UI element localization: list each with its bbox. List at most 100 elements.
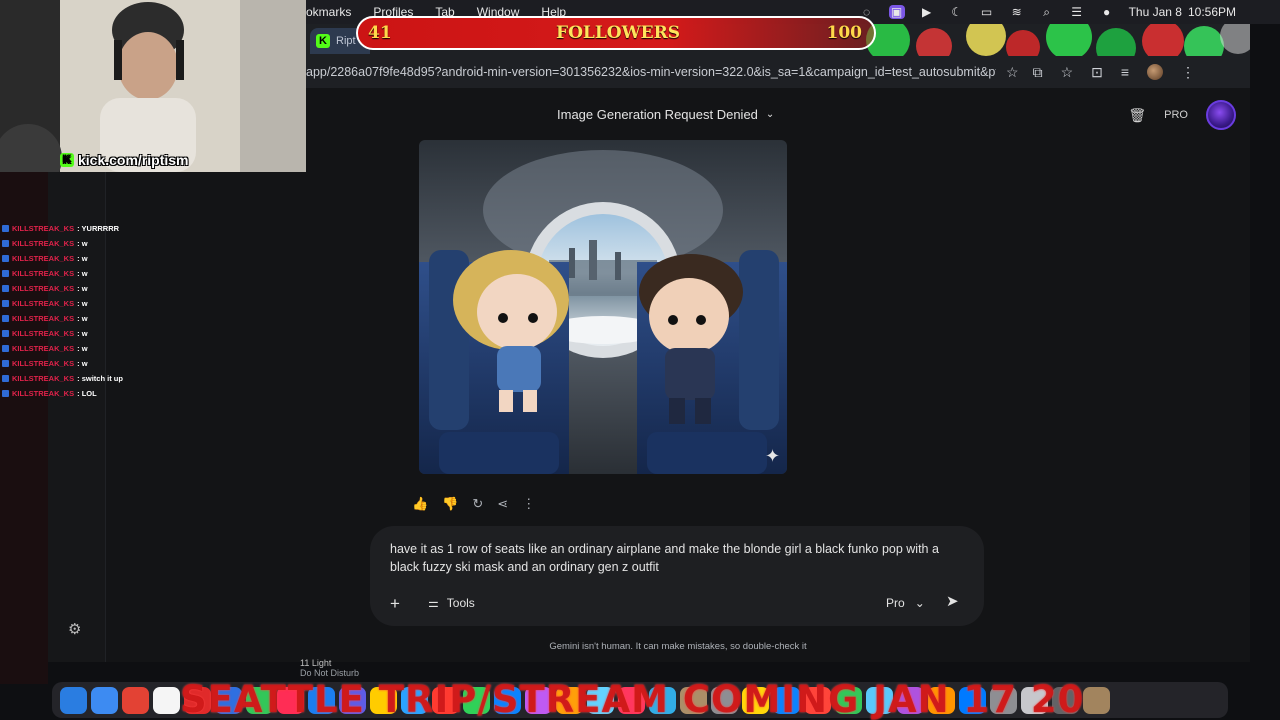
chat-text: : w bbox=[77, 269, 88, 278]
chat-message: KILLSTREAK_KS: w bbox=[2, 296, 202, 311]
pro-badge: PRO bbox=[1164, 109, 1188, 121]
webcam-overlay: K kick.com/riptism bbox=[0, 0, 306, 172]
notification-subtitle: Do Not Disturb bbox=[300, 668, 360, 678]
chat-body: w bbox=[81, 239, 88, 248]
platform-icon bbox=[2, 225, 9, 232]
chat-message: KILLSTREAK_KS: w bbox=[2, 236, 202, 251]
send-icon[interactable]: ➤ bbox=[946, 592, 959, 610]
screen-record-icon[interactable]: ▣ bbox=[888, 5, 905, 19]
chat-body: w bbox=[81, 299, 88, 308]
tab-search-icon[interactable]: ⊡ bbox=[1091, 64, 1103, 81]
chat-username: KILLSTREAK_KS bbox=[12, 254, 75, 263]
chat-text: : YURRRRR bbox=[77, 224, 120, 233]
chat-text: : LOL bbox=[77, 389, 97, 398]
stream-banner: SEATTLE TRIP/STREAM COMING JAN 17 20 bbox=[180, 678, 1085, 720]
streamer-webcam-feed bbox=[0, 0, 306, 172]
chat-username: KILLSTREAK_KS bbox=[12, 329, 75, 338]
chat-username: KILLSTREAK_KS bbox=[12, 239, 75, 248]
chat-text: : switch it up bbox=[77, 374, 123, 383]
chevron-down-icon: ⌄ bbox=[765, 109, 775, 120]
chat-username: KILLSTREAK_KS bbox=[12, 269, 75, 278]
battery-icon[interactable]: ▭ bbox=[979, 5, 995, 19]
browser-menu-icon[interactable]: ⋮ bbox=[1181, 64, 1195, 81]
chat-body: w bbox=[81, 284, 88, 293]
wifi-icon[interactable]: ≋ bbox=[1009, 5, 1025, 19]
chat-text: : w bbox=[77, 314, 88, 323]
play-icon[interactable]: ▶ bbox=[919, 5, 935, 19]
chat-body: w bbox=[81, 254, 88, 263]
search-icon[interactable]: ⌕ bbox=[1039, 5, 1055, 19]
chat-message: KILLSTREAK_KS: w bbox=[2, 251, 202, 266]
thumbs-up-icon[interactable]: 👍 bbox=[412, 496, 428, 512]
platform-icon bbox=[2, 315, 9, 322]
tools-button[interactable]: ⚌ Tools bbox=[428, 596, 475, 610]
chat-body: LOL bbox=[81, 389, 97, 398]
url-field[interactable]: app/2286a07f9fe48d95?android-min-version… bbox=[306, 65, 996, 79]
menubar-time[interactable]: 10:56PM bbox=[1188, 5, 1236, 19]
dock-app-icon[interactable] bbox=[122, 686, 149, 714]
chat-message: KILLSTREAK_KS: w bbox=[2, 341, 202, 356]
add-attachment-icon[interactable]: + bbox=[390, 594, 400, 614]
chat-body: switch it up bbox=[81, 374, 123, 383]
kick-logo-icon: K bbox=[60, 153, 74, 167]
chat-message: KILLSTREAK_KS: w bbox=[2, 311, 202, 326]
chat-text: : w bbox=[77, 359, 88, 368]
goal-label: FOLLOWERS bbox=[556, 23, 681, 43]
gemini-header-actions: 🗑 PRO bbox=[1128, 100, 1236, 130]
platform-icon bbox=[2, 375, 9, 382]
dock-app-icon[interactable] bbox=[60, 686, 87, 714]
bokeh-light bbox=[966, 24, 1006, 56]
generated-image[interactable]: ✦ bbox=[419, 140, 787, 474]
bookmarks-icon[interactable]: ☆ bbox=[1061, 64, 1074, 81]
platform-icon bbox=[2, 255, 9, 262]
bokeh-light bbox=[1220, 24, 1250, 54]
chat-username: KILLSTREAK_KS bbox=[12, 374, 75, 383]
chat-username: KILLSTREAK_KS bbox=[12, 389, 75, 398]
model-label: Pro bbox=[886, 596, 905, 610]
siri-icon[interactable]: ● bbox=[1099, 5, 1115, 19]
stream-chat: KILLSTREAK_KS: YURRRRR KILLSTREAK_KS: w KI… bbox=[2, 221, 202, 401]
account-avatar[interactable] bbox=[1206, 100, 1236, 130]
prompt-input[interactable]: have it as 1 row of seats like an ordina… bbox=[390, 540, 950, 576]
chat-body: w bbox=[81, 269, 88, 278]
goal-target-count: 100 bbox=[826, 23, 863, 43]
menu-bookmarks[interactable]: okmarks bbox=[306, 5, 351, 19]
profile-avatar[interactable] bbox=[1147, 64, 1164, 80]
share-icon[interactable]: ⋖ bbox=[497, 496, 508, 512]
tab-label: Ript bbox=[336, 35, 356, 47]
dock-app-icon[interactable] bbox=[91, 686, 118, 714]
extensions-icon[interactable]: ⧉ bbox=[1033, 64, 1043, 81]
kick-channel-link: K kick.com/riptism bbox=[60, 152, 189, 168]
more-options-icon[interactable]: ⋮ bbox=[522, 496, 535, 512]
reading-list-icon[interactable]: ≡ bbox=[1121, 64, 1129, 80]
model-selector[interactable]: Pro ⌄ bbox=[886, 596, 925, 610]
chat-username: KILLSTREAK_KS bbox=[12, 224, 75, 233]
chat-body: w bbox=[81, 314, 88, 323]
conversation-title: Image Generation Request Denied bbox=[557, 107, 758, 122]
moon-icon[interactable]: ☾ bbox=[949, 5, 965, 19]
platform-icon bbox=[2, 300, 9, 307]
bokeh-light bbox=[1006, 30, 1040, 56]
bokeh-light bbox=[1142, 24, 1184, 56]
follower-goal-bar: 41 FOLLOWERS 100 bbox=[356, 16, 876, 50]
bookmark-star-icon[interactable]: ☆ bbox=[1006, 64, 1019, 81]
chat-text: : w bbox=[77, 239, 88, 248]
airplane-funko-illustration: ✦ bbox=[419, 140, 787, 474]
chevron-down-icon: ⌄ bbox=[914, 596, 925, 610]
chat-message: KILLSTREAK_KS: w bbox=[2, 281, 202, 296]
gemini-main-panel: Image Generation Request Denied ⌄ 🗑 PRO bbox=[106, 88, 1250, 662]
delete-icon[interactable]: 🗑 bbox=[1128, 107, 1146, 124]
kick-link-text: kick.com/riptism bbox=[78, 152, 189, 168]
chat-message: KILLSTREAK_KS: switch it up bbox=[2, 371, 202, 386]
platform-icon bbox=[2, 270, 9, 277]
settings-gear-icon[interactable]: ⚙ bbox=[68, 620, 84, 638]
conversation-title-dropdown[interactable]: Image Generation Request Denied ⌄ bbox=[557, 107, 774, 122]
control-center-icon[interactable]: ☰ bbox=[1069, 5, 1085, 19]
chat-message: KILLSTREAK_KS: YURRRRR bbox=[2, 221, 202, 236]
regenerate-icon[interactable]: ↻ bbox=[472, 496, 483, 512]
platform-icon bbox=[2, 285, 9, 292]
dock-app-icon[interactable] bbox=[153, 686, 180, 714]
kick-logo-icon: K bbox=[316, 34, 330, 48]
thumbs-down-icon[interactable]: 👎 bbox=[442, 496, 458, 512]
screen: okmarks Profiles Tab Window Help ◌ ▣ ▶ ☾… bbox=[0, 0, 1280, 720]
